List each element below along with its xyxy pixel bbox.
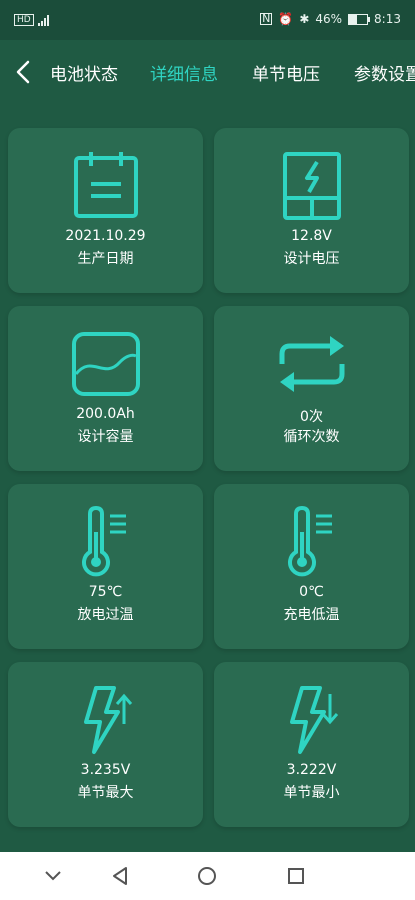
clock: 8:13 — [374, 12, 401, 26]
cycle-arrows-icon — [279, 336, 344, 392]
card-production-date: 2021.10.29 生产日期 — [8, 128, 203, 293]
card-value: 2021.10.29 — [65, 228, 146, 244]
card-label: 生产日期 — [77, 251, 134, 267]
nfc-icon: N — [260, 12, 273, 25]
bolt-down-icon — [289, 686, 338, 754]
capacity-wave-icon — [71, 332, 140, 396]
signal-icon — [37, 14, 49, 26]
card-label: 充电低温 — [283, 607, 340, 623]
alarm-icon: ⏰ — [278, 12, 294, 26]
card-design-capacity: 200.0Ah 设计容量 — [8, 306, 203, 471]
tab-battery-status[interactable]: 电池状态 — [50, 60, 118, 85]
hd-badge: HD — [14, 14, 34, 26]
battery-percent: 46% — [315, 12, 343, 26]
tab-details[interactable]: 详细信息 — [150, 60, 218, 85]
chevron-down-icon[interactable] — [44, 870, 62, 882]
card-label: 设计电压 — [283, 251, 340, 267]
thermometer-icon — [81, 506, 126, 577]
top-nav: 电池状态 详细信息 单节电压 参数设置 — [0, 40, 415, 104]
bluetooth-icon: ✱ — [299, 12, 310, 26]
card-value: 12.8V — [291, 228, 332, 244]
card-value: 200.0Ah — [76, 406, 135, 422]
status-right: N ⏰ ✱ 46% 8:13 — [260, 12, 401, 26]
nav-back-icon[interactable] — [110, 866, 130, 886]
system-nav-bar — [0, 852, 415, 900]
card-label: 设计容量 — [77, 429, 134, 445]
card-value: 0次 — [300, 409, 323, 425]
card-label: 单节最小 — [283, 785, 340, 801]
card-value: 75℃ — [88, 584, 123, 600]
back-arrow-icon[interactable] — [12, 58, 36, 86]
card-cell-max: 3.235V 单节最大 — [8, 662, 203, 827]
card-cycle-count: 0次 循环次数 — [214, 306, 409, 471]
card-charge-lowtemp: 0℃ 充电低温 — [214, 484, 409, 649]
battery-bolt-icon — [282, 152, 341, 220]
card-design-voltage: 12.8V 设计电压 — [214, 128, 409, 293]
nav-recents-icon[interactable] — [286, 866, 306, 886]
card-label: 单节最大 — [77, 785, 134, 801]
tab-cell-voltage[interactable]: 单节电压 — [252, 60, 320, 85]
bolt-up-icon — [83, 686, 132, 754]
status-bar: HD N ⏰ ✱ 46% 8:13 — [0, 0, 415, 40]
card-label: 循环次数 — [283, 429, 340, 445]
tab-settings[interactable]: 参数设置 — [354, 60, 415, 85]
card-value: 3.235V — [80, 762, 131, 778]
thermometer-icon — [287, 506, 332, 577]
nav-home-icon[interactable] — [197, 866, 217, 886]
battery-icon — [348, 13, 371, 25]
card-cell-min: 3.222V 单节最小 — [214, 662, 409, 827]
status-left: HD — [14, 14, 49, 26]
card-value: 0℃ — [299, 584, 324, 600]
calendar-icon — [73, 152, 138, 218]
card-value: 3.222V — [286, 762, 337, 778]
card-label: 放电过温 — [77, 607, 134, 623]
card-discharge-overtemp: 75℃ 放电过温 — [8, 484, 203, 649]
